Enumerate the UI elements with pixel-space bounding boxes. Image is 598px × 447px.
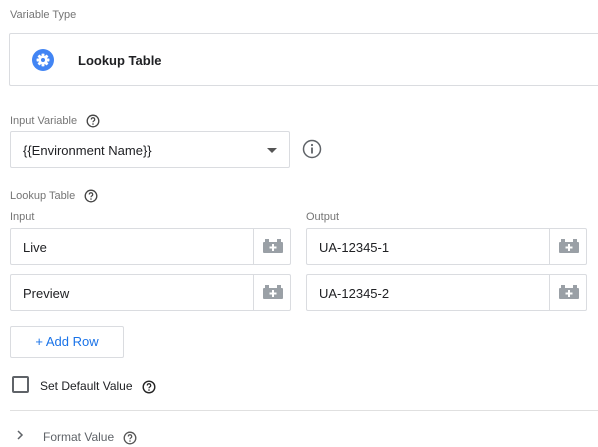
lookup-output-field[interactable]: UA-12345-1 [306, 228, 587, 265]
chevron-right-icon[interactable] [14, 429, 26, 441]
input-variable-select[interactable]: {{Environment Name}} [10, 131, 290, 168]
format-value-label: Format Value [43, 430, 115, 444]
lookup-output-field[interactable]: UA-12345-2 [306, 274, 587, 311]
input-variable-label: Input Variable [10, 114, 78, 127]
help-icon[interactable] [86, 114, 100, 128]
variable-picker-button[interactable] [253, 275, 290, 310]
input-variable-label-row: Input Variable [10, 114, 100, 128]
variable-picker-icon [263, 239, 283, 253]
variable-picker-button[interactable] [253, 229, 290, 264]
lookup-input-value: Preview [23, 286, 70, 301]
lookup-input-field[interactable]: Preview [10, 274, 291, 311]
lookup-input-value: Live [23, 240, 47, 255]
add-row-button[interactable]: + Add Row [10, 326, 124, 358]
caret-down-icon [267, 148, 277, 153]
lookup-input-field[interactable]: Live [10, 228, 291, 265]
help-icon[interactable] [84, 189, 98, 203]
variable-picker-icon [559, 239, 579, 253]
info-icon[interactable] [302, 139, 322, 159]
input-column-header: Input [10, 211, 35, 223]
output-column-header: Output [306, 211, 340, 223]
default-value-checkbox[interactable] [12, 376, 29, 393]
variable-type-name: Lookup Table [78, 53, 162, 68]
default-value-label: Set Default Value [40, 379, 133, 393]
lookup-output-value: UA-12345-1 [319, 240, 390, 255]
default-value-label-row: Set Default Value [40, 379, 156, 394]
variable-type-card[interactable]: Lookup Table [9, 33, 598, 86]
section-divider [10, 410, 598, 411]
variable-picker-icon [263, 285, 283, 299]
help-icon[interactable] [123, 431, 137, 445]
variable-type-label: Variable Type [10, 9, 77, 21]
lookup-table-label-row: Lookup Table [10, 189, 98, 203]
lookup-table-label: Lookup Table [10, 189, 76, 202]
variable-picker-button[interactable] [549, 275, 586, 310]
variable-picker-icon [559, 285, 579, 299]
format-value-label-row[interactable]: Format Value [43, 430, 137, 445]
gear-icon [32, 49, 54, 71]
input-variable-value: {{Environment Name}} [23, 143, 152, 158]
help-icon[interactable] [142, 380, 156, 394]
lookup-output-value: UA-12345-2 [319, 286, 390, 301]
variable-picker-button[interactable] [549, 229, 586, 264]
